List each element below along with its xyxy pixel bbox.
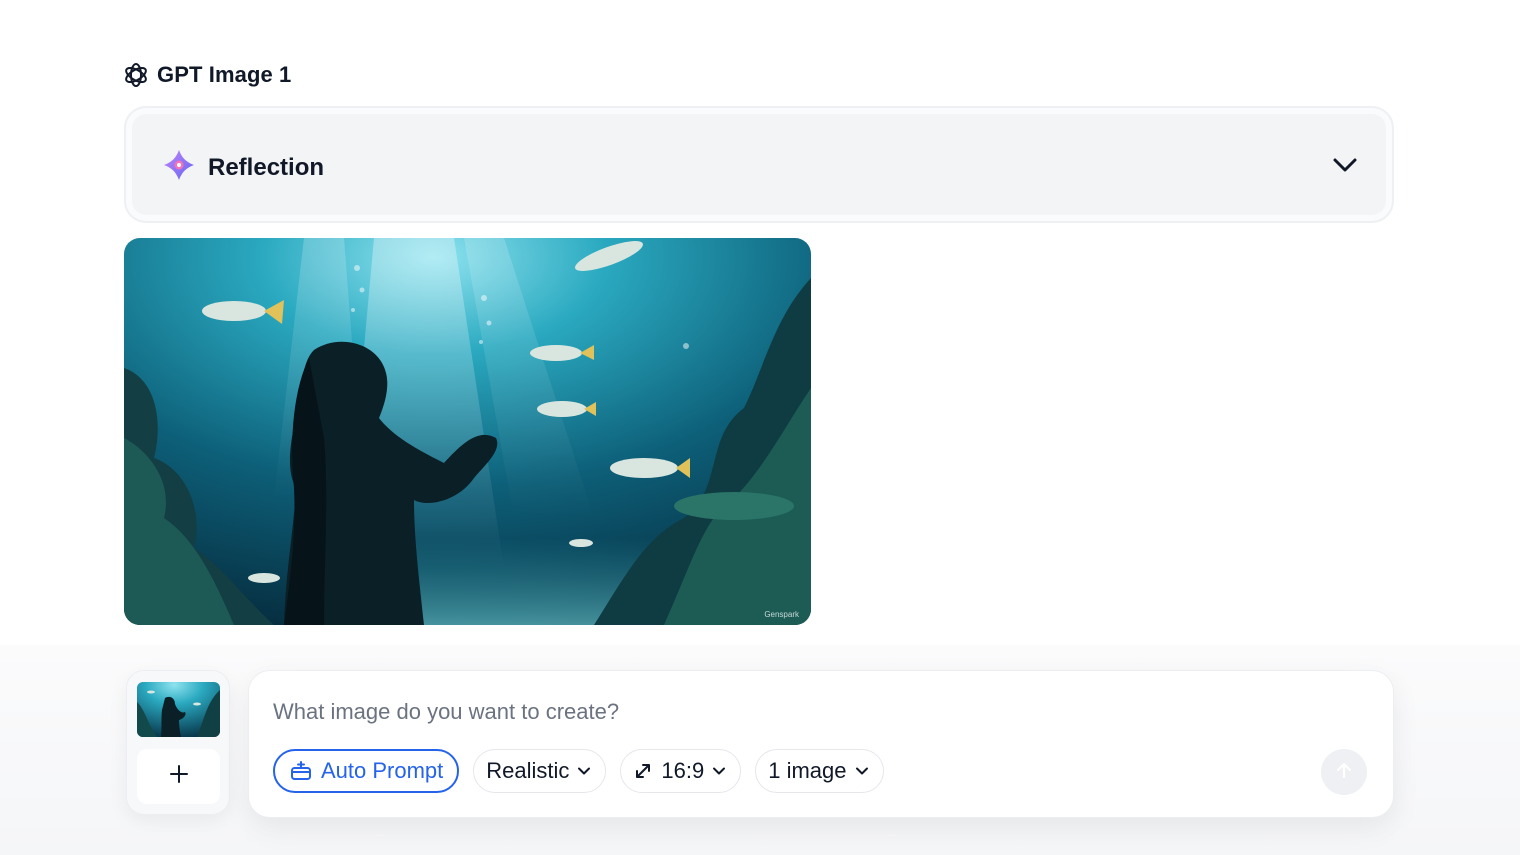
prompt-composer: Auto Prompt Realistic 16:9 bbox=[248, 670, 1394, 818]
image-count-label: 1 image bbox=[768, 758, 847, 783]
resize-arrows-icon bbox=[633, 761, 653, 781]
generated-image[interactable]: Genspark bbox=[124, 238, 811, 625]
reflection-panel[interactable]: Reflection bbox=[124, 106, 1394, 223]
openai-logo-icon bbox=[122, 61, 150, 89]
arrow-up-icon bbox=[1334, 760, 1354, 785]
aspect-ratio-label: 16:9 bbox=[661, 758, 705, 783]
watermark: Genspark bbox=[764, 610, 799, 619]
underwater-scene bbox=[124, 238, 811, 625]
reflection-toggle-button[interactable] bbox=[1330, 152, 1360, 182]
style-dropdown[interactable]: Realistic bbox=[473, 749, 607, 793]
reference-thumbnail-image bbox=[137, 682, 220, 737]
chevron-down-icon bbox=[1332, 157, 1358, 178]
aspect-ratio-dropdown[interactable]: 16:9 bbox=[620, 749, 742, 793]
add-reference-button[interactable] bbox=[137, 749, 220, 804]
prompt-input[interactable] bbox=[273, 697, 1273, 727]
chevron-down-icon bbox=[577, 766, 591, 776]
reflection-label: Reflection bbox=[208, 153, 325, 181]
auto-prompt-label: Auto Prompt bbox=[321, 758, 444, 783]
reference-image-panel bbox=[126, 670, 230, 815]
prompt-options: Auto Prompt Realistic 16:9 1 image bbox=[273, 749, 884, 793]
image-count-dropdown[interactable]: 1 image bbox=[755, 749, 884, 793]
chevron-down-icon bbox=[855, 766, 869, 776]
model-header: GPT Image 1 bbox=[122, 60, 291, 90]
style-label: Realistic bbox=[486, 758, 570, 783]
auto-prompt-button[interactable]: Auto Prompt bbox=[273, 749, 460, 793]
sparkle-flower-icon bbox=[162, 148, 196, 187]
reflection-header: Reflection bbox=[162, 148, 324, 187]
chevron-down-icon bbox=[712, 766, 726, 776]
briefcase-icon bbox=[289, 759, 313, 783]
reference-thumbnail[interactable] bbox=[137, 682, 220, 737]
model-name: GPT Image 1 bbox=[157, 62, 292, 87]
plus-icon bbox=[169, 764, 189, 789]
send-button[interactable] bbox=[1321, 749, 1367, 795]
